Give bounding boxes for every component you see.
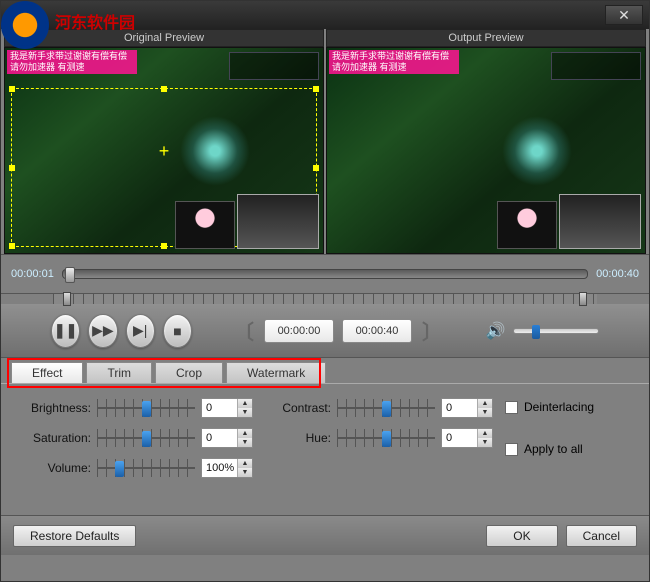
output-preview-label: Output Preview xyxy=(326,29,646,47)
apply-all-label: Apply to all xyxy=(524,442,583,456)
footer: Restore Defaults OK Cancel xyxy=(1,515,649,555)
hue-label: Hue: xyxy=(255,431,331,445)
ok-button[interactable]: OK xyxy=(486,525,557,547)
webcam-overlay-out xyxy=(497,201,557,249)
brightness-field[interactable]: 0▲▼ xyxy=(201,398,253,418)
playback-controls: ❚❚ ▶▶ ▶| ■ 〔 00:00:00 00:00:40 〕 🔊 xyxy=(1,304,649,358)
brightness-slider[interactable] xyxy=(97,399,195,417)
timeline: 00:00:01 00:00:40 xyxy=(1,254,649,294)
hue-slider[interactable] xyxy=(337,429,435,447)
volume-up[interactable]: ▲ xyxy=(237,459,252,468)
tab-trim[interactable]: Trim xyxy=(86,362,152,383)
brightness-label: Brightness: xyxy=(15,401,91,415)
contrast-slider[interactable] xyxy=(337,399,435,417)
output-preview: 我是新手求带过谢谢有偿有偿 请勿加速器 有测速 xyxy=(326,47,646,254)
trim-end-handle[interactable] xyxy=(579,292,587,306)
saturation-field[interactable]: 0▲▼ xyxy=(201,428,253,448)
volume-down[interactable]: ▼ xyxy=(237,468,252,477)
contrast-up[interactable]: ▲ xyxy=(477,399,492,408)
saturation-up[interactable]: ▲ xyxy=(237,429,252,438)
volume-icon[interactable]: 🔊 xyxy=(486,321,506,341)
effect-panel: Brightness: 0▲▼ Saturation: 0▲▼ Volume: … xyxy=(1,383,649,515)
pause-button[interactable]: ❚❚ xyxy=(51,314,80,348)
bracket-open-icon[interactable]: 〔 xyxy=(232,316,256,345)
tab-watermark[interactable]: Watermark xyxy=(226,362,326,383)
trim-start-time[interactable]: 00:00:00 xyxy=(264,319,334,343)
close-button[interactable]: ✕ xyxy=(605,5,643,25)
time-total: 00:00:40 xyxy=(596,268,639,280)
contrast-field[interactable]: 0▲▼ xyxy=(441,398,493,418)
ingame-overlay-text-out: 我是新手求带过谢谢有偿有偿 请勿加速器 有测速 xyxy=(329,50,459,74)
contrast-label: Contrast: xyxy=(255,401,331,415)
timeline-track[interactable] xyxy=(62,269,588,279)
cancel-button[interactable]: Cancel xyxy=(566,525,637,547)
minimap xyxy=(237,194,319,249)
hue-down[interactable]: ▼ xyxy=(477,438,492,447)
contrast-down[interactable]: ▼ xyxy=(477,408,492,417)
fast-forward-button[interactable]: ▶▶ xyxy=(88,314,117,348)
time-current: 00:00:01 xyxy=(11,268,54,280)
deinterlacing-label: Deinterlacing xyxy=(524,400,594,414)
restore-defaults-button[interactable]: Restore Defaults xyxy=(13,525,136,547)
apply-all-checkbox[interactable] xyxy=(505,443,518,456)
hue-up[interactable]: ▲ xyxy=(477,429,492,438)
deinterlacing-checkbox[interactable] xyxy=(505,401,518,414)
minimap-out xyxy=(559,194,641,249)
bracket-close-icon[interactable]: 〕 xyxy=(420,316,444,345)
volume-label: Volume: xyxy=(15,461,91,475)
trim-end-time[interactable]: 00:00:40 xyxy=(342,319,412,343)
volume-slider[interactable] xyxy=(513,328,599,334)
saturation-label: Saturation: xyxy=(15,431,91,445)
watermark-logo: 河东软件园 xyxy=(1,1,61,56)
tab-bar: Effect Trim Crop Watermark xyxy=(1,358,649,383)
volume-field[interactable]: 100%▲▼ xyxy=(201,458,253,478)
brand-text: 河东软件园 xyxy=(55,9,135,33)
webcam-overlay xyxy=(175,201,235,249)
stop-button[interactable]: ■ xyxy=(163,314,192,348)
tab-effect[interactable]: Effect xyxy=(11,362,83,383)
trim-start-handle[interactable] xyxy=(63,292,71,306)
edit-window: Edit ✕ 河东软件园 www.pc0359.cn Original Prev… xyxy=(0,0,650,582)
saturation-down[interactable]: ▼ xyxy=(237,438,252,447)
brightness-up[interactable]: ▲ xyxy=(237,399,252,408)
brightness-down[interactable]: ▼ xyxy=(237,408,252,417)
hue-field[interactable]: 0▲▼ xyxy=(441,428,493,448)
tab-crop[interactable]: Crop xyxy=(155,362,223,383)
trim-ruler[interactable] xyxy=(53,294,597,304)
volume-effect-slider[interactable] xyxy=(97,459,195,477)
next-frame-button[interactable]: ▶| xyxy=(126,314,155,348)
saturation-slider[interactable] xyxy=(97,429,195,447)
timeline-knob[interactable] xyxy=(65,267,75,283)
original-preview[interactable]: 我是新手求带过谢谢有偿有偿 请勿加速器 有测速 + xyxy=(4,47,324,254)
